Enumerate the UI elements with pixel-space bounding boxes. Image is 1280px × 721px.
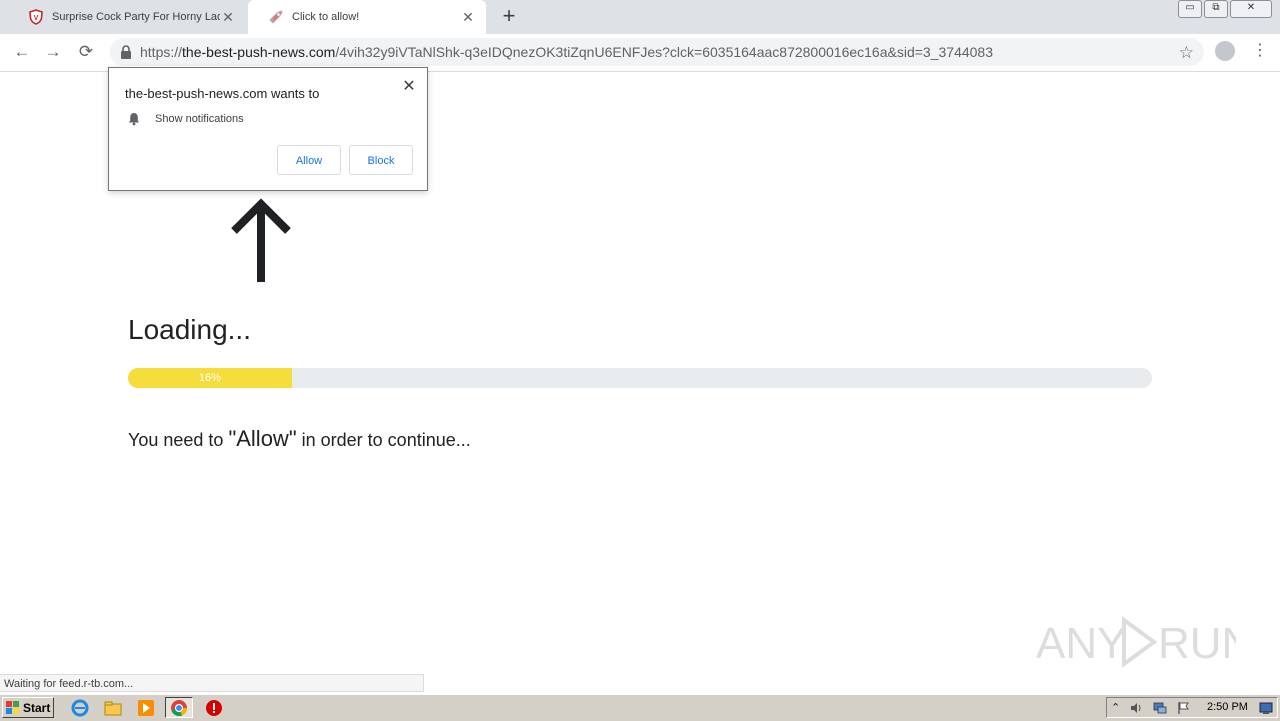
window-controls: ▭ ⧉ ✕ [1178,0,1272,18]
windows-flag-icon [6,701,19,714]
progress-fill: 16% [128,368,292,388]
profile-avatar-icon[interactable] [1215,41,1235,61]
forward-arrow-icon[interactable]: → [43,42,63,62]
internet-explorer-icon[interactable] [71,699,89,717]
permission-row: Show notifications [127,112,244,126]
folder-icon[interactable] [104,699,122,717]
address-bar[interactable]: https://the-best-push-news.com/4vih32y9i… [110,38,1204,66]
tab-title: Surprise Cock Party For Horny Ladies [52,11,220,23]
warning-stop-icon[interactable] [205,699,223,717]
allow-button[interactable]: Allow [277,145,341,175]
tab-click-to-allow[interactable]: Click to allow! ✕ [248,0,486,34]
volume-icon[interactable] [1129,701,1143,715]
notification-permission-popup: the-best-push-news.com wants to ✕ Show n… [108,67,428,191]
close-icon[interactable]: ✕ [401,76,417,96]
kebab-menu-icon[interactable]: ⋮ [1252,40,1268,62]
restore-button[interactable]: ⧉ [1204,0,1228,18]
loading-heading: Loading... [128,314,251,345]
reload-icon[interactable]: ⟳ [76,42,96,62]
anyrun-watermark-logo: ANY RUN [1036,616,1236,668]
block-button[interactable]: Block [349,145,413,175]
media-player-icon[interactable] [137,699,155,717]
bookmark-star-icon[interactable]: ☆ [1179,43,1194,63]
message-prefix: You need to [128,430,229,450]
status-bubble: Waiting for feed.r-tb.com... [0,674,424,692]
allow-message: You need to "Allow" in order to continue… [128,426,471,452]
permission-label: Show notifications [155,113,244,125]
action-center-flag-icon[interactable] [1177,701,1191,715]
chrome-icon [171,700,188,717]
new-tab-button[interactable]: + [498,5,520,27]
watermark-text: ANY [1036,619,1126,668]
network-icon[interactable] [1153,701,1167,715]
close-icon[interactable]: ✕ [460,9,476,25]
rocket-icon [268,9,284,25]
progress-bar: 16% [128,368,1152,388]
chrome-taskbar-button[interactable] [165,697,193,718]
back-arrow-icon[interactable]: ← [12,42,32,62]
system-tray: ⌃ 2:50 PM [1106,697,1278,718]
window-close-button[interactable]: ✕ [1230,0,1272,18]
start-label: Start [23,700,51,715]
minimize-button[interactable]: ▭ [1178,0,1202,18]
close-icon[interactable]: ✕ [220,9,236,25]
url-text: https://the-best-push-news.com/4vih32y9i… [140,44,993,60]
start-button[interactable]: Start [2,697,54,718]
show-desktop-icon[interactable] [1259,701,1273,715]
popup-title: the-best-push-news.com wants to [125,86,320,101]
shield-icon: V [28,9,44,25]
tab-title: Click to allow! [292,11,360,23]
windows-taskbar: Start ⌃ 2:50 PM [0,694,1280,721]
url-scheme: https:// [140,44,183,60]
bell-icon [127,112,141,126]
tab-strip: V Surprise Cock Party For Horny Ladies ✕… [0,0,1280,34]
url-path: /4vih32y9iVTaNlShk-q3eIDQnezOK3tiZqnU6EN… [335,44,993,60]
message-suffix: in order to continue... [296,430,471,450]
tray-expand-icon[interactable]: ⌃ [1111,701,1125,715]
up-arrow-icon [231,198,291,282]
message-highlight: "Allow" [228,426,297,451]
svg-text:RUN: RUN [1158,619,1236,668]
tab-surprise[interactable]: V Surprise Cock Party For Horny Ladies ✕ [8,0,246,34]
clock[interactable]: 2:50 PM [1207,701,1248,713]
url-host: the-best-push-news.com [182,44,336,60]
lock-icon[interactable] [120,45,132,59]
svg-text:V: V [34,15,39,22]
